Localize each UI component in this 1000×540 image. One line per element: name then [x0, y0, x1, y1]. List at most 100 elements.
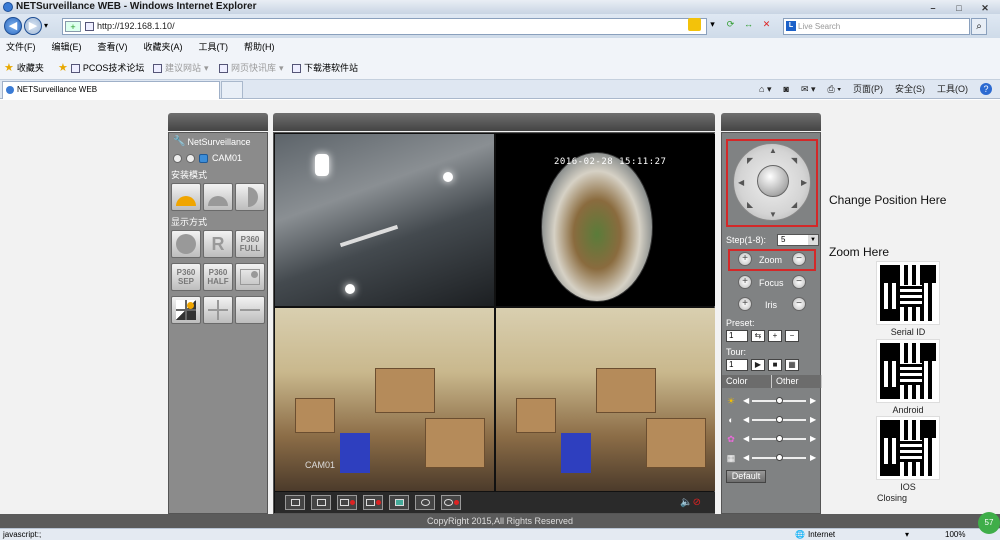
favbar-item-pcos[interactable]: ★ PCOS技术论坛	[58, 56, 144, 80]
mount-table-button[interactable]	[203, 183, 233, 211]
zoom-level[interactable]: 100%	[945, 529, 965, 540]
ptz-direction-pad[interactable]: ▲ ▼ ◀ ▶ ◤ ◥ ◣ ◢	[733, 143, 811, 221]
tour-input[interactable]: 1	[726, 359, 748, 371]
iris-open-button[interactable]: +	[738, 297, 752, 311]
page-icon	[85, 22, 94, 31]
address-field[interactable]: + http://192.168.1.10/	[62, 18, 707, 35]
record-icon[interactable]	[337, 495, 357, 510]
status-badge[interactable]: 57	[978, 512, 1000, 534]
fullscreen-icon[interactable]	[285, 495, 305, 510]
arrow-up-left-icon[interactable]: ◤	[747, 156, 753, 165]
arrow-left-icon[interactable]: ◀	[738, 178, 744, 187]
maximize-button[interactable]: □	[948, 1, 970, 15]
volume-mute-icon[interactable]: 🔈⊘	[680, 497, 701, 508]
favorites-button[interactable]: ★ 收藏夹	[4, 56, 44, 80]
arrow-right-icon[interactable]: ▶	[801, 178, 807, 187]
focus-in-button[interactable]: +	[738, 275, 752, 289]
display-p360-full-button[interactable]: P360 FULL	[235, 230, 265, 258]
display-p360-sep-button[interactable]: P360 SEP	[171, 263, 201, 291]
focus-out-button[interactable]: −	[792, 275, 806, 289]
video-view-shelves-left[interactable]: CAM01	[275, 308, 494, 491]
brightness-slider[interactable]: ☀ ◀ ▶	[726, 395, 818, 407]
tour-play-button[interactable]: ▶	[751, 359, 765, 371]
tour-stop-button[interactable]: ■	[768, 359, 782, 371]
ptz-center-button[interactable]	[757, 165, 789, 197]
mount-wall-button[interactable]	[235, 183, 265, 211]
video-view-fisheye[interactable]: 2016-02-28 15:11:27	[496, 134, 715, 306]
mail-icon[interactable]: ✉ ▾	[801, 80, 816, 99]
stop-talk-icon[interactable]	[441, 495, 461, 510]
display-quad-fisheye-button[interactable]	[171, 296, 201, 324]
tab-netsurveillance[interactable]: NETSurveillance WEB	[2, 81, 220, 99]
add-favorite-icon[interactable]: +	[65, 21, 81, 32]
go-icon[interactable]: ↔	[742, 18, 755, 31]
window-icon[interactable]	[311, 495, 331, 510]
arrow-up-icon[interactable]: ▲	[769, 146, 777, 155]
home-icon[interactable]: ⌂ ▾	[759, 80, 771, 99]
default-button[interactable]: Default	[726, 470, 766, 483]
forward-button[interactable]: ▶	[24, 17, 42, 35]
safety-menu[interactable]: 安全(S)	[895, 80, 925, 99]
iris-close-button[interactable]: −	[792, 297, 806, 311]
new-tab-button[interactable]	[221, 81, 243, 99]
print-icon[interactable]: ⎙ ▾	[828, 80, 841, 99]
page-menu[interactable]: 页面(P)	[853, 80, 883, 99]
display-r-button[interactable]: R	[203, 230, 233, 258]
display-split-button[interactable]	[235, 296, 265, 324]
hue-slider[interactable]: ▦ ◀ ▶	[726, 452, 818, 464]
help-icon[interactable]: ?	[980, 83, 992, 95]
tools-menu[interactable]: 工具(O)	[937, 80, 968, 99]
closing-link[interactable]: Closing	[877, 493, 907, 503]
display-pip-button[interactable]	[235, 263, 265, 291]
history-dropdown-icon[interactable]: ▾	[44, 21, 48, 30]
video-view-ceiling[interactable]	[275, 134, 494, 306]
arrow-up-right-icon[interactable]: ◥	[791, 156, 797, 165]
favbar-item-suggested[interactable]: 建议网站 ▾	[153, 56, 209, 80]
feeds-icon[interactable]: ◙	[784, 80, 789, 99]
preset-add-button[interactable]: +	[768, 330, 782, 342]
close-button[interactable]: ✕	[974, 1, 996, 15]
stop-stream-icon[interactable]	[173, 153, 182, 163]
preset-delete-button[interactable]: −	[785, 330, 799, 342]
play-stream-icon[interactable]	[186, 153, 195, 163]
stop-icon[interactable]: ✕	[760, 18, 773, 31]
display-p360-half-button[interactable]: P360 HALF	[203, 263, 233, 291]
preset-input[interactable]: 1	[726, 330, 748, 342]
saturation-slider[interactable]: ✿ ◀ ▶	[726, 433, 818, 445]
talk-icon[interactable]	[415, 495, 435, 510]
menu-tools[interactable]: 工具(T)	[199, 38, 229, 56]
refresh-icon[interactable]: ⟳	[724, 18, 737, 31]
minimize-button[interactable]: –	[922, 1, 944, 15]
tab-color[interactable]: Color	[722, 375, 772, 388]
display-circle-button[interactable]	[171, 230, 201, 258]
step-select[interactable]: 5 ▼	[777, 234, 819, 246]
video-view-shelves-right[interactable]	[496, 308, 715, 491]
back-button[interactable]: ◀	[4, 17, 22, 35]
page-icon	[292, 63, 301, 73]
favbar-item-webslice[interactable]: 网页快讯库 ▾	[219, 56, 284, 80]
menu-edit[interactable]: 编辑(E)	[52, 38, 82, 56]
tab-other[interactable]: Other	[772, 375, 822, 388]
display-quad-button[interactable]	[203, 296, 233, 324]
search-input[interactable]: L Live Search	[783, 18, 970, 35]
camera-name[interactable]: CAM01	[212, 153, 242, 163]
favbar-item-download[interactable]: 下载港软件站	[292, 56, 358, 80]
arrow-down-left-icon[interactable]: ◣	[747, 200, 753, 209]
compat-view-icon[interactable]	[688, 18, 701, 31]
mount-ceiling-button[interactable]	[171, 183, 201, 211]
arrow-down-icon[interactable]: ▼	[769, 210, 777, 219]
zoom-out-button[interactable]: −	[792, 252, 806, 266]
address-dropdown-icon[interactable]: ▾	[706, 18, 719, 31]
contrast-slider[interactable]: ◐ ◀ ▶	[726, 414, 818, 426]
menu-view[interactable]: 查看(V)	[98, 38, 128, 56]
search-icon[interactable]: ⌕	[971, 18, 987, 35]
snapshot-icon[interactable]	[389, 495, 409, 510]
menu-help[interactable]: 帮助(H)	[244, 38, 275, 56]
preset-call-button[interactable]: ⇆	[751, 330, 765, 342]
menu-favorites[interactable]: 收藏夹(A)	[144, 38, 183, 56]
stop-record-icon[interactable]	[363, 495, 383, 510]
menu-file[interactable]: 文件(F)	[6, 38, 36, 56]
zoom-in-button[interactable]: +	[738, 252, 752, 266]
tour-grid-button[interactable]: ▦	[785, 359, 799, 371]
arrow-down-right-icon[interactable]: ◢	[791, 200, 797, 209]
